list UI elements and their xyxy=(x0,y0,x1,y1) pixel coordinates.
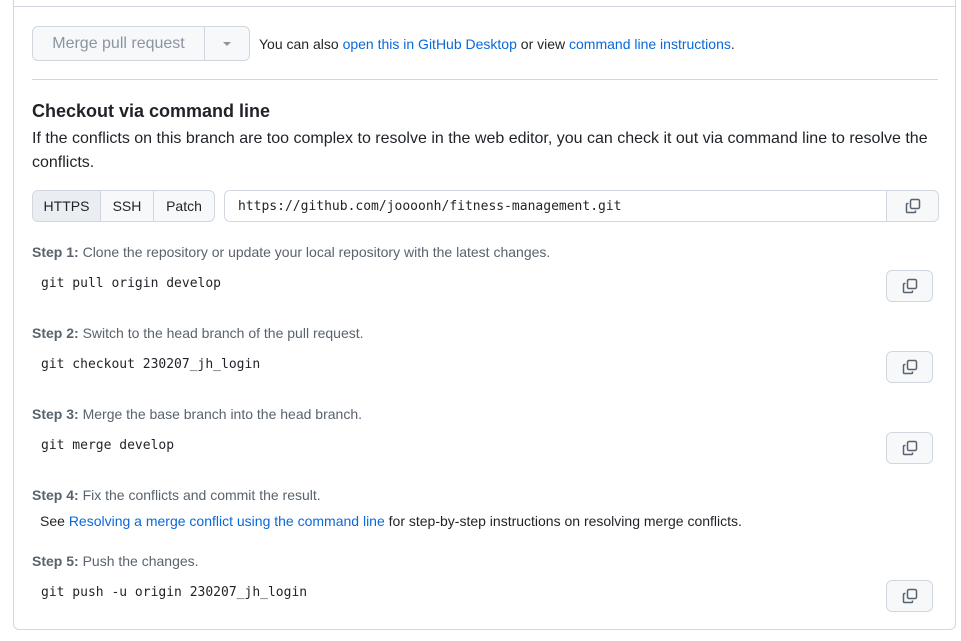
clone-url-input[interactable] xyxy=(225,191,886,221)
step-2-command: git checkout 230207_jh_login xyxy=(41,357,261,372)
clone-url-group xyxy=(224,190,939,222)
step-5-label: Step 5: Push the changes. xyxy=(32,553,199,569)
step-1-label: Step 1: Clone the repository or update y… xyxy=(32,244,550,260)
merge-note-prefix: You can also xyxy=(259,36,343,52)
step-2-number: Step 2: xyxy=(32,325,79,341)
merge-method-dropdown-button[interactable] xyxy=(205,27,249,60)
see-suffix: for step-by-step instructions on resolvi… xyxy=(384,513,742,529)
copy-icon xyxy=(902,359,917,375)
step-3-command: git merge develop xyxy=(41,438,175,453)
section-divider xyxy=(32,79,938,80)
protocol-tabs: HTTPS SSH Patch xyxy=(32,190,215,222)
step-5-number: Step 5: xyxy=(32,553,79,569)
step-3-label: Step 3: Merge the base branch into the h… xyxy=(32,406,362,422)
merge-note-middle: or view xyxy=(516,36,570,52)
tab-patch[interactable]: Patch xyxy=(154,191,214,221)
checkout-description: If the conflicts on this branch are too … xyxy=(32,130,928,171)
tab-https[interactable]: HTTPS xyxy=(33,191,101,221)
step-5-command: git push -u origin 230207_jh_login xyxy=(41,585,308,600)
tab-ssh[interactable]: SSH xyxy=(101,191,154,221)
merge-box xyxy=(13,0,956,630)
see-guide-note: See Resolving a merge conflict using the… xyxy=(40,513,742,529)
triangle-down-icon xyxy=(223,41,231,46)
command-line-instructions-link[interactable]: command line instructions xyxy=(569,36,731,52)
copy-icon xyxy=(902,588,917,604)
merge-button-group: Merge pull request xyxy=(32,26,250,61)
merge-pull-request-button[interactable]: Merge pull request xyxy=(33,27,205,60)
step-2-label: Step 2: Switch to the head branch of the… xyxy=(32,325,364,341)
step-3-text: Merge the base branch into the head bran… xyxy=(78,406,362,422)
step-5-text: Push the changes. xyxy=(78,553,199,569)
step-1-text: Clone the repository or update your loca… xyxy=(78,244,551,260)
step-4-label: Step 4: Fix the conflicts and commit the… xyxy=(32,487,321,503)
copy-step-3-button[interactable] xyxy=(886,432,933,464)
step-2-text: Switch to the head branch of the pull re… xyxy=(78,325,364,341)
copy-icon xyxy=(902,440,917,456)
merge-box-page: Merge pull request You can also open thi… xyxy=(0,0,961,641)
step-1-command: git pull origin develop xyxy=(41,276,222,291)
copy-icon xyxy=(905,198,920,214)
merge-alternatives-note: You can also open this in GitHub Desktop… xyxy=(259,36,735,52)
step-4-number: Step 4: xyxy=(32,487,79,503)
merge-note-suffix: . xyxy=(730,36,735,52)
copy-step-2-button[interactable] xyxy=(886,351,933,383)
see-prefix: See xyxy=(40,513,69,529)
resolving-merge-conflict-link[interactable]: Resolving a merge conflict using the com… xyxy=(69,513,385,529)
copy-icon xyxy=(902,278,917,294)
top-divider xyxy=(14,6,955,7)
step-3-number: Step 3: xyxy=(32,406,79,422)
step-1-number: Step 1: xyxy=(32,244,79,260)
checkout-heading: Checkout via command line xyxy=(32,101,271,121)
open-in-desktop-link[interactable]: open this in GitHub Desktop xyxy=(343,36,517,52)
copy-url-button[interactable] xyxy=(886,191,938,221)
step-4-text: Fix the conflicts and commit the result. xyxy=(78,487,321,503)
copy-step-1-button[interactable] xyxy=(886,270,933,302)
copy-step-5-button[interactable] xyxy=(886,580,933,612)
